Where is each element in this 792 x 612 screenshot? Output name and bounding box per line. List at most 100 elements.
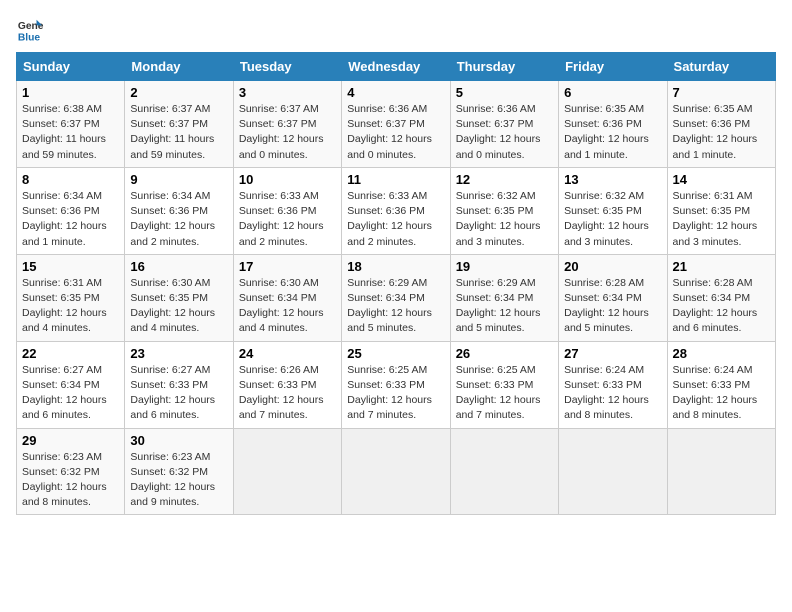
table-cell: 13Sunrise: 6:32 AMSunset: 6:35 PMDayligh… [559,167,667,254]
table-cell: 25 Sunrise: 6:25 AMSunset: 6:33 PMDayligh… [342,341,450,428]
day-info: Sunrise: 6:29 AMSunset: 6:34 PMDaylight:… [347,276,444,337]
day-number: 20 [564,259,661,274]
table-cell: 15Sunrise: 6:31 AMSunset: 6:35 PMDayligh… [17,254,125,341]
page-header: General Blue [16,16,776,44]
table-cell: 27Sunrise: 6:24 AMSunset: 6:33 PMDayligh… [559,341,667,428]
day-info: Sunrise: 6:24 AMSunset: 6:33 PMDaylight:… [673,363,770,424]
table-cell: 26 Sunrise: 6:25 AMSunset: 6:33 PMDayligh… [450,341,558,428]
day-number: 26 [456,346,553,361]
day-info: Sunrise: 6:37 AMSunset: 6:37 PMDaylight:… [239,102,336,163]
table-cell: 18 Sunrise: 6:29 AMSunset: 6:34 PMDayligh… [342,254,450,341]
table-cell [233,428,341,515]
day-number: 23 [130,346,227,361]
day-info: Sunrise: 6:25 AMSunset: 6:33 PMDaylight:… [456,363,553,424]
table-cell: 4Sunrise: 6:36 AMSunset: 6:37 PMDaylight… [342,81,450,168]
table-cell: 5 Sunrise: 6:36 AMSunset: 6:37 PMDaylight… [450,81,558,168]
day-number: 11 [347,172,444,187]
day-number: 5 [456,85,553,100]
table-cell: 11Sunrise: 6:33 AMSunset: 6:36 PMDayligh… [342,167,450,254]
day-number: 7 [673,85,770,100]
header-tuesday: Tuesday [233,53,341,81]
day-number: 25 [347,346,444,361]
day-info: Sunrise: 6:32 AMSunset: 6:35 PMDaylight:… [456,189,553,250]
table-cell: 8 Sunrise: 6:34 AMSunset: 6:36 PMDaylight… [17,167,125,254]
day-number: 18 [347,259,444,274]
table-cell: 24 Sunrise: 6:26 AMSunset: 6:33 PMDayligh… [233,341,341,428]
day-number: 6 [564,85,661,100]
table-cell: 17 Sunrise: 6:30 AMSunset: 6:34 PMDayligh… [233,254,341,341]
table-cell: 23 Sunrise: 6:27 AMSunset: 6:33 PMDayligh… [125,341,233,428]
day-info: Sunrise: 6:27 AMSunset: 6:33 PMDaylight:… [130,363,227,424]
header-row: Sunday Monday Tuesday Wednesday Thursday… [17,53,776,81]
day-number: 19 [456,259,553,274]
day-info: Sunrise: 6:28 AMSunset: 6:34 PMDaylight:… [673,276,770,337]
day-info: Sunrise: 6:37 AMSunset: 6:37 PMDaylight:… [130,102,227,163]
header-saturday: Saturday [667,53,775,81]
day-info: Sunrise: 6:30 AMSunset: 6:35 PMDaylight:… [130,276,227,337]
day-number: 27 [564,346,661,361]
table-row: 29 Sunrise: 6:23 AMSunset: 6:32 PMDayligh… [17,428,776,515]
table-row: 22 Sunrise: 6:27 AMSunset: 6:34 PMDayligh… [17,341,776,428]
table-cell [450,428,558,515]
day-number: 13 [564,172,661,187]
table-cell: 22 Sunrise: 6:27 AMSunset: 6:34 PMDayligh… [17,341,125,428]
header-monday: Monday [125,53,233,81]
day-info: Sunrise: 6:26 AMSunset: 6:33 PMDaylight:… [239,363,336,424]
day-info: Sunrise: 6:31 AMSunset: 6:35 PMDaylight:… [673,189,770,250]
table-cell: 20 Sunrise: 6:28 AMSunset: 6:34 PMDayligh… [559,254,667,341]
day-info: Sunrise: 6:34 AMSunset: 6:36 PMDaylight:… [22,189,119,250]
day-info: Sunrise: 6:36 AMSunset: 6:37 PMDaylight:… [347,102,444,163]
table-row: 8 Sunrise: 6:34 AMSunset: 6:36 PMDaylight… [17,167,776,254]
table-cell: 14 Sunrise: 6:31 AMSunset: 6:35 PMDayligh… [667,167,775,254]
day-info: Sunrise: 6:23 AMSunset: 6:32 PMDaylight:… [22,450,119,511]
svg-text:Blue: Blue [18,32,41,43]
day-number: 29 [22,433,119,448]
day-number: 8 [22,172,119,187]
day-number: 10 [239,172,336,187]
day-info: Sunrise: 6:28 AMSunset: 6:34 PMDaylight:… [564,276,661,337]
day-number: 14 [673,172,770,187]
day-info: Sunrise: 6:29 AMSunset: 6:34 PMDaylight:… [456,276,553,337]
day-info: Sunrise: 6:35 AMSunset: 6:36 PMDaylight:… [564,102,661,163]
header-sunday: Sunday [17,53,125,81]
day-number: 12 [456,172,553,187]
table-row: 1 Sunrise: 6:38 AMSunset: 6:37 PMDaylight… [17,81,776,168]
day-info: Sunrise: 6:36 AMSunset: 6:37 PMDaylight:… [456,102,553,163]
header-thursday: Thursday [450,53,558,81]
day-info: Sunrise: 6:23 AMSunset: 6:32 PMDaylight:… [130,450,227,511]
day-number: 9 [130,172,227,187]
table-cell: 9 Sunrise: 6:34 AMSunset: 6:36 PMDaylight… [125,167,233,254]
table-cell [342,428,450,515]
day-info: Sunrise: 6:25 AMSunset: 6:33 PMDaylight:… [347,363,444,424]
day-info: Sunrise: 6:30 AMSunset: 6:34 PMDaylight:… [239,276,336,337]
day-info: Sunrise: 6:33 AMSunset: 6:36 PMDaylight:… [239,189,336,250]
table-row: 15Sunrise: 6:31 AMSunset: 6:35 PMDayligh… [17,254,776,341]
day-number: 30 [130,433,227,448]
table-cell: 16Sunrise: 6:30 AMSunset: 6:35 PMDayligh… [125,254,233,341]
logo: General Blue [16,16,48,44]
day-number: 1 [22,85,119,100]
day-number: 24 [239,346,336,361]
table-cell: 12 Sunrise: 6:32 AMSunset: 6:35 PMDayligh… [450,167,558,254]
svg-text:General: General [18,21,44,32]
day-info: Sunrise: 6:34 AMSunset: 6:36 PMDaylight:… [130,189,227,250]
day-info: Sunrise: 6:35 AMSunset: 6:36 PMDaylight:… [673,102,770,163]
table-cell: 21 Sunrise: 6:28 AMSunset: 6:34 PMDayligh… [667,254,775,341]
day-number: 2 [130,85,227,100]
table-cell: 3Sunrise: 6:37 AMSunset: 6:37 PMDaylight… [233,81,341,168]
table-cell: 6 Sunrise: 6:35 AMSunset: 6:36 PMDaylight… [559,81,667,168]
day-number: 22 [22,346,119,361]
day-info: Sunrise: 6:38 AMSunset: 6:37 PMDaylight:… [22,102,119,163]
day-number: 21 [673,259,770,274]
table-cell: 29 Sunrise: 6:23 AMSunset: 6:32 PMDayligh… [17,428,125,515]
table-cell [559,428,667,515]
day-info: Sunrise: 6:31 AMSunset: 6:35 PMDaylight:… [22,276,119,337]
table-cell: 19 Sunrise: 6:29 AMSunset: 6:34 PMDayligh… [450,254,558,341]
header-wednesday: Wednesday [342,53,450,81]
table-cell: 30 Sunrise: 6:23 AMSunset: 6:32 PMDayligh… [125,428,233,515]
day-info: Sunrise: 6:27 AMSunset: 6:34 PMDaylight:… [22,363,119,424]
table-cell [667,428,775,515]
logo-icon: General Blue [16,16,44,44]
header-friday: Friday [559,53,667,81]
day-number: 17 [239,259,336,274]
